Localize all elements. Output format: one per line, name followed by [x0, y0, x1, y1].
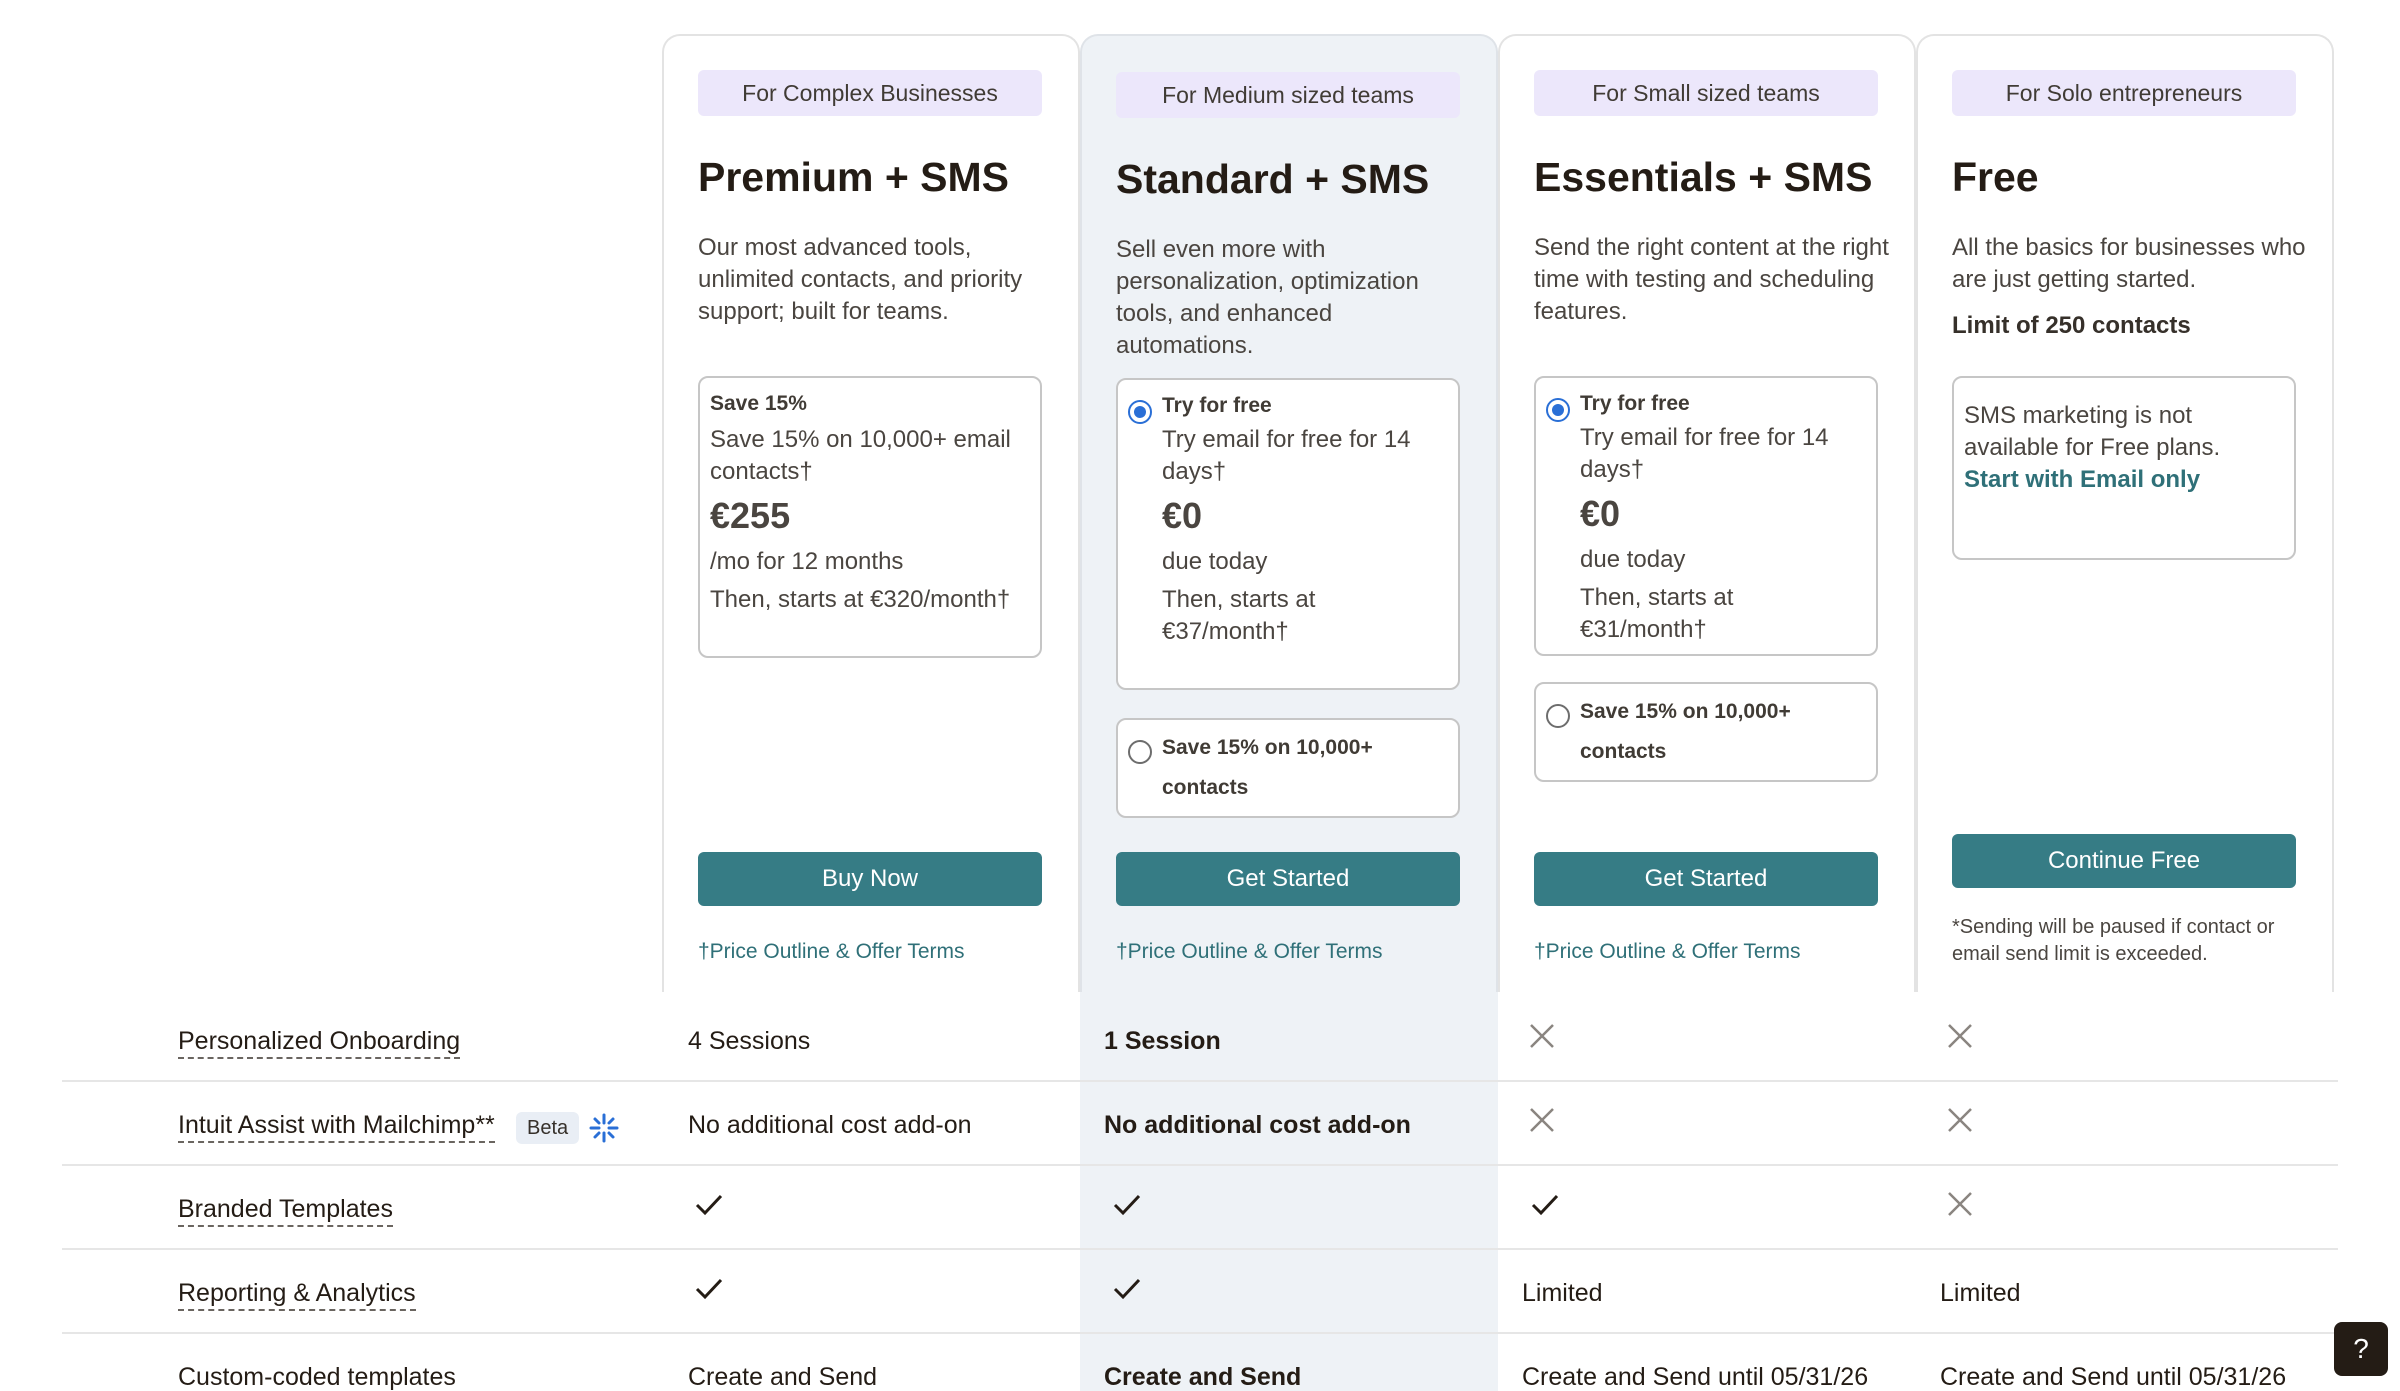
feature-label-branded-templates[interactable]: Branded Templates: [178, 1194, 393, 1227]
plan-badge: For Medium sized teams: [1116, 72, 1460, 118]
x-icon: [1948, 1108, 1972, 1132]
check-icon: [1113, 1194, 1141, 1216]
sms-notice-box: SMS marketing is not available for Free …: [1952, 376, 2296, 560]
price-terms-link[interactable]: †Price Outline & Offer Terms: [1116, 940, 1383, 964]
offer-box[interactable]: Save 15% Save 15% on 10,000+ email conta…: [698, 376, 1042, 658]
offer-label: Try for free: [1580, 392, 1690, 415]
offer-box-save[interactable]: Save 15% on 10,000+ contacts: [1116, 718, 1460, 818]
price-terms-link[interactable]: †Price Outline & Offer Terms: [1534, 940, 1801, 964]
feature-label-reporting-analytics[interactable]: Reporting & Analytics: [178, 1278, 416, 1311]
sparkle-icon: [589, 1113, 619, 1143]
check-icon: [695, 1194, 723, 1216]
offer-then: Then, starts at €320/month†: [710, 586, 1011, 613]
plan-description: All the basics for businesses who are ju…: [1952, 234, 2306, 293]
plan-card-standard: For Medium sized teams Standard + SMS Se…: [1080, 34, 1498, 992]
offer-period: due today: [1580, 546, 1686, 573]
save-radio[interactable]: [1546, 704, 1570, 728]
feature-cell: Limited: [1940, 1279, 2021, 1307]
continue-free-button[interactable]: Continue Free: [1952, 834, 2296, 888]
feature-label-intuit-assist[interactable]: Intuit Assist with Mailchimp**: [178, 1110, 495, 1143]
feature-cell: Create and Send until 05/31/26: [1522, 1363, 1869, 1391]
offer-box-trial[interactable]: Try for free Try email for free for 14 d…: [1116, 378, 1460, 690]
offer-detail: Save 15% on 10,000+ email contacts†: [710, 426, 1011, 485]
offer-label: Try for free: [1162, 394, 1272, 417]
check-icon: [695, 1278, 723, 1300]
offer-label: Save 15%: [710, 392, 807, 415]
save-offer-label: Save 15% on 10,000+ contacts: [1580, 700, 1791, 763]
trial-radio[interactable]: [1128, 400, 1152, 424]
plan-description: Our most advanced tools, unlimited conta…: [698, 234, 1023, 325]
x-icon: [1948, 1024, 1972, 1048]
offer-detail: Try email for free for 14 days†: [1162, 426, 1411, 485]
sms-notice-text: SMS marketing is not available for Free …: [1964, 402, 2221, 461]
buy-now-button[interactable]: Buy Now: [698, 852, 1042, 906]
row-divider: [62, 1080, 2338, 1082]
feature-cell: Create and Send: [1104, 1363, 1302, 1391]
offer-then: Then, starts at €37/month†: [1162, 586, 1316, 645]
feature-cell: Limited: [1522, 1279, 1603, 1307]
offer-period: due today: [1162, 548, 1268, 575]
offer-box-trial[interactable]: Try for free Try email for free for 14 d…: [1534, 376, 1878, 656]
feature-label-custom-coded-templates[interactable]: Custom-coded templates: [178, 1362, 456, 1391]
plan-title: Essentials + SMS: [1534, 154, 1873, 200]
feature-cell: Create and Send until 05/31/26: [1940, 1363, 2287, 1391]
plan-description: Send the right content at the right time…: [1534, 234, 1889, 325]
feature-cell: Create and Send: [688, 1363, 878, 1391]
get-started-button[interactable]: Get Started: [1534, 852, 1878, 906]
plan-description: Sell even more with personalization, opt…: [1116, 236, 1419, 359]
contact-limit: Limit of 250 contacts: [1952, 312, 2191, 339]
offer-price: €0: [1580, 493, 1621, 534]
plan-badge: For Solo entrepreneurs: [1952, 70, 2296, 116]
feature-cell: 4 Sessions: [688, 1027, 811, 1055]
help-button[interactable]: ?: [2334, 1322, 2388, 1376]
x-icon: [1530, 1108, 1554, 1132]
check-icon: [1531, 1194, 1559, 1216]
plan-title: Standard + SMS: [1116, 156, 1430, 202]
offer-price: €255: [710, 495, 791, 536]
plan-card-free: For Solo entrepreneurs Free All the basi…: [1916, 34, 2334, 992]
feature-label-personalized-onboarding[interactable]: Personalized Onboarding: [178, 1026, 461, 1059]
plan-badge: For Complex Businesses: [698, 70, 1042, 116]
start-email-only-link[interactable]: Start with Email only: [1964, 464, 2284, 496]
offer-detail: Try email for free for 14 days†: [1580, 424, 1829, 483]
plan-title: Free: [1952, 154, 2039, 200]
price-terms-link[interactable]: †Price Outline & Offer Terms: [698, 940, 965, 964]
feature-cell: No additional cost add-on: [1104, 1111, 1411, 1139]
feature-cell: 1 Session: [1104, 1027, 1221, 1055]
feature-cell: No additional cost add-on: [688, 1111, 972, 1139]
trial-radio[interactable]: [1546, 398, 1570, 422]
x-icon: [1948, 1192, 1972, 1216]
plan-card-essentials: For Small sized teams Essentials + SMS S…: [1498, 34, 1916, 992]
save-offer-label: Save 15% on 10,000+ contacts: [1162, 736, 1373, 799]
row-divider: [62, 1332, 2338, 1334]
plan-card-premium: For Complex Businesses Premium + SMS Our…: [662, 34, 1080, 992]
get-started-button[interactable]: Get Started: [1116, 852, 1460, 906]
offer-period: /mo for 12 months: [710, 548, 904, 575]
save-radio[interactable]: [1128, 740, 1152, 764]
send-limit-footnote: *Sending will be paused if contact or em…: [1952, 916, 2275, 965]
plan-title: Premium + SMS: [698, 154, 1010, 200]
offer-box-save[interactable]: Save 15% on 10,000+ contacts: [1534, 682, 1878, 782]
offer-then: Then, starts at €31/month†: [1580, 584, 1734, 643]
plan-badge: For Small sized teams: [1534, 70, 1878, 116]
check-icon: [1113, 1278, 1141, 1300]
offer-price: €0: [1162, 495, 1203, 536]
row-divider: [62, 1248, 2338, 1250]
x-icon: [1530, 1024, 1554, 1048]
row-divider: [62, 1164, 2338, 1166]
beta-badge: Beta: [516, 1112, 580, 1144]
